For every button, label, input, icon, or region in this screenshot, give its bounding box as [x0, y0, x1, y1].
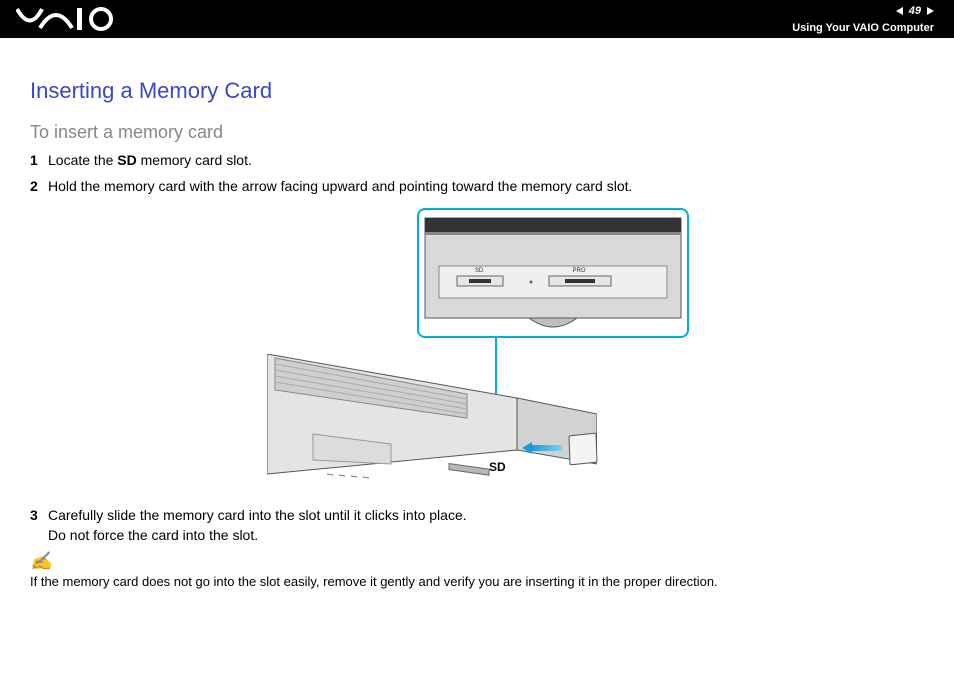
- steps-list-continued: 3 Carefully slide the memory card into t…: [30, 506, 924, 545]
- step-1: 1 Locate the SD memory card slot.: [30, 151, 924, 171]
- step-text: Carefully slide the memory card into the…: [48, 506, 467, 545]
- step-number: 3: [30, 506, 48, 526]
- step-text: Locate the SD memory card slot.: [48, 151, 252, 171]
- sd-card-graphic: [568, 433, 597, 466]
- header-nav: 49 Using Your VAIO Computer: [792, 0, 934, 35]
- step-3: 3 Carefully slide the memory card into t…: [30, 506, 924, 545]
- step-2: 2 Hold the memory card with the arrow fa…: [30, 177, 924, 197]
- next-page-icon[interactable]: [927, 7, 934, 15]
- page-number: 49: [909, 4, 921, 18]
- insert-arrow-icon: [522, 442, 562, 454]
- steps-list: 1 Locate the SD memory card slot. 2 Hold…: [30, 151, 924, 196]
- sd-label: SD: [489, 460, 506, 474]
- slot-pro-label: PRO: [572, 268, 585, 274]
- step-text: Hold the memory card with the arrow faci…: [48, 177, 632, 197]
- page-body: Inserting a Memory Card To insert a memo…: [0, 38, 954, 609]
- step-number: 1: [30, 151, 48, 171]
- page-title: Inserting a Memory Card: [30, 78, 924, 104]
- page-header: 49 Using Your VAIO Computer: [0, 0, 954, 38]
- vaio-logo: [16, 6, 116, 37]
- figure-memory-card: SD PRO: [267, 208, 687, 494]
- prev-page-icon[interactable]: [896, 7, 903, 15]
- note-text: If the memory card does not go into the …: [30, 574, 924, 589]
- page-subtitle: To insert a memory card: [30, 122, 924, 143]
- slot-sd-label: SD: [475, 268, 484, 274]
- step-number: 2: [30, 177, 48, 197]
- section-title: Using Your VAIO Computer: [792, 19, 934, 35]
- figure-laptop: [267, 354, 597, 492]
- note-icon: ✍: [30, 551, 924, 572]
- figure-callout: SD PRO: [417, 208, 689, 338]
